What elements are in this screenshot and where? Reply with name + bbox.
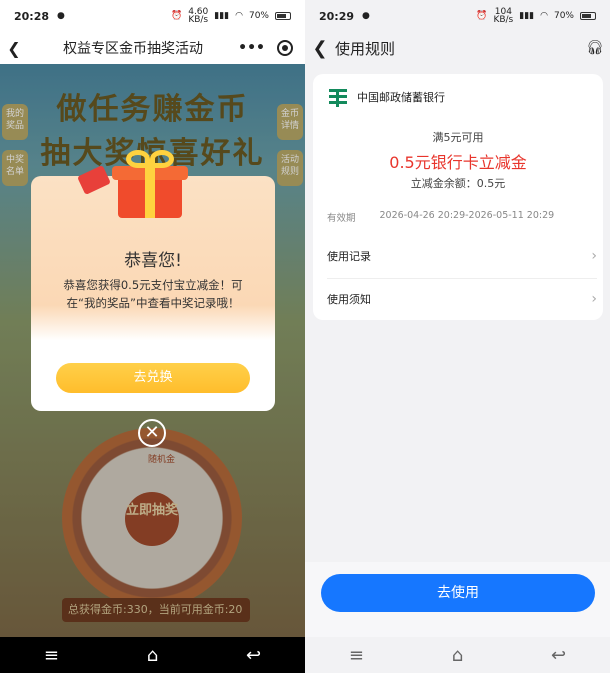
row-label: 使用记录 [327, 250, 371, 263]
system-nav-bar: ≡ ⌂ ↩ [0, 637, 305, 673]
network-speed: 104 KB/s [493, 7, 514, 25]
headset-icon[interactable]: 🎧︎ [580, 40, 610, 56]
validity-value: 2026-04-26 20:29-2026-05-11 20:29 [379, 210, 555, 221]
home-icon[interactable]: ⌂ [452, 645, 463, 666]
modal-message: 恭喜您获得0.5元支付宝立减金！可在“我的奖品”中查看中奖记录哦！ [63, 278, 243, 310]
page-title: 使用规则 [335, 39, 396, 58]
capsule-menu: ••• [238, 40, 305, 56]
home-icon[interactable]: ⌂ [147, 645, 158, 666]
back-nav-icon[interactable]: ↩ [246, 645, 261, 666]
back-nav-icon[interactable]: ↩ [551, 645, 566, 666]
signal-icon: ▮▮▮ [519, 11, 535, 21]
mini-program-nav: ❮ 权益专区金币抽奖活动 ••• [0, 32, 305, 64]
signal-icon: ▮▮▮ [214, 11, 230, 21]
more-icon[interactable]: ••• [238, 40, 265, 56]
menu-icon[interactable]: ≡ [44, 645, 59, 666]
wechat-icon: ● [362, 11, 370, 21]
chevron-right-icon: › [591, 248, 597, 264]
network-speed: 4.60 KB/s [188, 7, 209, 25]
status-bar: 20:29 ● ⏰ 104 KB/s ▮▮▮ ◠ 70% [305, 0, 610, 32]
row-label: 使用须知 [327, 293, 371, 306]
alarm-icon: ⏰ [476, 11, 488, 21]
top-nav: ❮ 使用规则 🎧︎ [305, 32, 610, 64]
status-bar: 20:28 ● ⏰ 4.60 KB/s ▮▮▮ ◠ 70% [0, 0, 305, 32]
validity-label: 有效期 [327, 213, 356, 224]
wifi-icon: ◠ [540, 11, 548, 21]
postal-bank-logo-icon [327, 86, 349, 108]
left-screen: 20:28 ● ⏰ 4.60 KB/s ▮▮▮ ◠ 70% ❮ 权益专区金币抽奖活… [0, 0, 305, 673]
validity-period: 有效期 2026-04-26 20:29-2026-05-11 20:29 [327, 210, 554, 224]
status-time: 20:28 [14, 9, 50, 23]
close-miniprogram-icon[interactable] [277, 40, 293, 56]
right-screen: 20:29 ● ⏰ 104 KB/s ▮▮▮ ◠ 70% ❮ 使用规则 🎧︎ 中国… [305, 0, 610, 673]
bank-name: 中国邮政储蓄银行 [357, 91, 445, 104]
back-icon[interactable]: ❮ [0, 39, 28, 58]
bank-header: 中国邮政储蓄银行 [327, 86, 445, 108]
menu-icon[interactable]: ≡ [349, 645, 364, 666]
close-icon[interactable]: ✕ [138, 419, 166, 447]
usage-condition: 满5元可用 [432, 131, 484, 144]
battery-text: 70% [248, 11, 269, 21]
battery-icon [275, 12, 291, 20]
coupon-amount: 0.5元银行卡立减金 [389, 153, 527, 172]
chevron-right-icon: › [591, 291, 597, 307]
page-title: 权益专区金币抽奖活动 [63, 41, 204, 57]
status-icons: ⏰ 104 KB/s ▮▮▮ ◠ 70% [476, 7, 596, 25]
modal-title: 恭喜您! [124, 251, 182, 271]
battery-text: 70% [553, 11, 574, 21]
battery-icon [580, 12, 596, 20]
system-nav-bar: ≡ ⌂ ↩ [305, 637, 610, 673]
usage-notes-row[interactable]: 使用须知 › [327, 279, 597, 319]
status-time: 20:29 [319, 9, 355, 23]
redeem-button[interactable]: 去兑换 [56, 363, 250, 393]
alarm-icon: ⏰ [171, 11, 183, 21]
status-icons: ⏰ 4.60 KB/s ▮▮▮ ◠ 70% [171, 7, 291, 25]
back-icon[interactable]: ❮ [305, 38, 335, 59]
coupon-card: 中国邮政储蓄银行 满5元可用 0.5元银行卡立减金 立减金余额：0.5元 有效期… [313, 74, 603, 320]
wechat-icon: ● [57, 11, 65, 21]
wifi-icon: ◠ [235, 11, 243, 21]
coupon-balance: 立减金余额：0.5元 [410, 177, 506, 190]
gift-box-icon [110, 148, 190, 218]
use-now-button[interactable]: 去使用 [321, 574, 595, 612]
usage-records-row[interactable]: 使用记录 › [327, 236, 597, 276]
